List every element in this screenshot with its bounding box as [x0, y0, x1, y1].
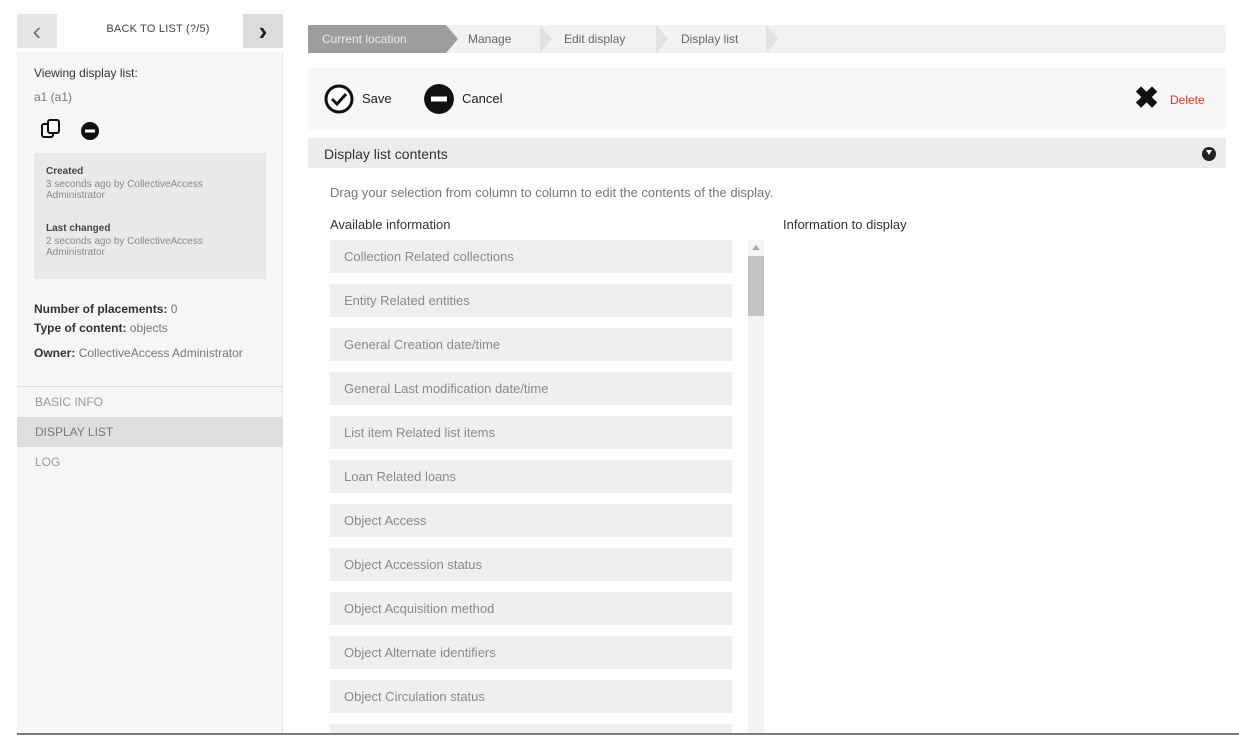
owner-value: CollectiveAccess Administrator: [78, 346, 243, 360]
owner-info: Owner: CollectiveAccess Administrator: [34, 345, 254, 361]
list-item[interactable]: Object Access: [330, 504, 732, 537]
breadcrumb-separator: [766, 25, 778, 53]
cancel-button[interactable]: Cancel: [424, 84, 524, 114]
previous-record-button[interactable]: ‹: [17, 14, 57, 48]
list-item[interactable]: General Last modification date/time: [330, 372, 732, 405]
breadcrumb-edit-display[interactable]: Edit display: [564, 25, 625, 53]
owner-label: Owner:: [34, 346, 76, 360]
close-icon: ✖: [1134, 82, 1160, 115]
placements-info: Number of placements: 0: [34, 302, 177, 316]
scroll-thumb[interactable]: [748, 256, 764, 316]
last-changed-text: 2 seconds ago by CollectiveAccess Admini…: [46, 236, 203, 258]
nav-display-list[interactable]: DISPLAY LIST: [17, 417, 283, 447]
placements-label: Number of placements:: [34, 302, 168, 316]
main-content: Current location Manage Edit display Dis…: [290, 10, 1239, 735]
content-type-value: objects: [129, 321, 168, 335]
content-type-label: Type of content:: [34, 321, 127, 335]
section-title: Display list contents: [324, 146, 448, 162]
list-item[interactable]: Object Circulation status: [330, 680, 732, 713]
breadcrumb-manage[interactable]: Manage: [468, 25, 511, 53]
breadcrumb-separator: [540, 25, 552, 53]
instructions-text: Drag your selection from column to colum…: [330, 185, 774, 200]
breadcrumb-separator: [656, 25, 668, 53]
information-to-display-title: Information to display: [783, 217, 907, 232]
side-nav: BASIC INFO DISPLAY LIST LOG: [17, 386, 283, 477]
created-text: 3 seconds ago by CollectiveAccess Admini…: [46, 179, 203, 201]
list-item[interactable]: Entity Related entities: [330, 284, 732, 317]
sidebar: ‹ BACK TO LIST (?/5) › Viewing display l…: [17, 10, 283, 735]
chevron-right-icon: ›: [258, 16, 268, 46]
toolbar: Save Cancel ✖ Delete: [308, 68, 1226, 130]
nav-log[interactable]: LOG: [17, 447, 283, 477]
viewing-title: Viewing display list:: [34, 66, 138, 80]
info-box: Created 3 seconds ago by CollectiveAcces…: [34, 153, 266, 279]
scrollbar[interactable]: [748, 240, 764, 735]
list-item[interactable]: Object Accession status: [330, 548, 732, 581]
section-header[interactable]: Display list contents: [308, 138, 1226, 168]
list-item[interactable]: General Creation date/time: [330, 328, 732, 361]
last-changed-label: Last changed: [46, 223, 111, 234]
back-to-list-link[interactable]: BACK TO LIST (?/5): [63, 10, 253, 48]
breadcrumb: Current location Manage Edit display Dis…: [308, 25, 1226, 53]
save-label: Save: [362, 91, 392, 106]
available-information-title: Available information: [330, 217, 451, 232]
display-list-name: a1 (a1): [34, 90, 73, 104]
list-item[interactable]: Object Acquisition method: [330, 592, 732, 625]
checkmark-icon: [324, 84, 354, 114]
back-to-list-bar: ‹ BACK TO LIST (?/5) ›: [17, 10, 283, 52]
cancel-label: Cancel: [462, 91, 503, 106]
list-item[interactable]: List item Related list items: [330, 416, 732, 449]
content-type-info: Type of content: objects: [34, 321, 168, 335]
nav-basic-info[interactable]: BASIC INFO: [17, 387, 283, 417]
delete-button[interactable]: ✖ Delete: [1134, 82, 1214, 115]
delete-label: Delete: [1170, 93, 1205, 107]
next-record-button[interactable]: ›: [243, 14, 283, 48]
available-information-list: Collection Related collections Entity Re…: [330, 240, 732, 735]
minus-circle-icon: [424, 84, 454, 114]
duplicate-icon[interactable]: [39, 118, 63, 142]
breadcrumb-current-location: Current location: [308, 25, 446, 53]
remove-icon[interactable]: [81, 122, 99, 140]
breadcrumb-separator: [446, 25, 458, 53]
placements-value: 0: [170, 302, 178, 316]
collapse-toggle-icon[interactable]: [1202, 147, 1216, 161]
breadcrumb-display-list[interactable]: Display list: [681, 25, 738, 53]
chevron-left-icon: ‹: [32, 16, 42, 46]
list-item[interactable]: Object Alternate identifiers: [330, 636, 732, 669]
list-item[interactable]: Collection Related collections: [330, 240, 732, 273]
created-label: Created: [46, 166, 84, 177]
scroll-up-arrow-icon[interactable]: [752, 245, 760, 250]
list-item[interactable]: Loan Related loans: [330, 460, 732, 493]
save-button[interactable]: Save: [324, 84, 404, 114]
